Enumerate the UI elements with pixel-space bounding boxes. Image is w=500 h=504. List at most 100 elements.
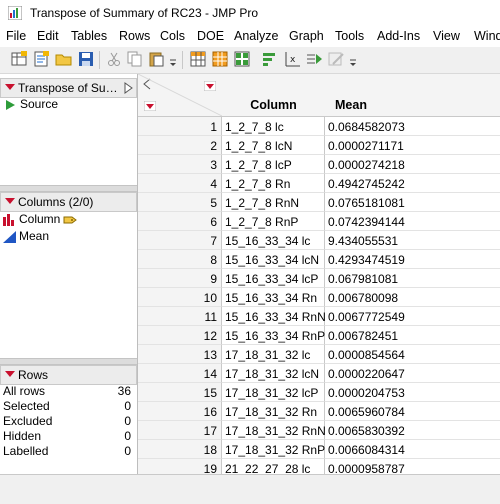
row-number[interactable]: 3 bbox=[138, 155, 222, 174]
cell-column[interactable]: 17_18_31_32 lcP bbox=[222, 383, 325, 402]
cell-mean[interactable]: 0.0000220647 bbox=[325, 364, 500, 383]
fit-y-by-x-icon[interactable]: x bbox=[283, 50, 301, 68]
play-source-icon[interactable] bbox=[5, 100, 15, 110]
cell-column[interactable]: 15_16_33_34 RnP bbox=[222, 326, 325, 345]
red-triangle-menu-icon[interactable] bbox=[5, 371, 15, 377]
menu-rows[interactable]: Rows bbox=[119, 29, 150, 43]
table-row[interactable]: 12 15_16_33_34 RnP 0.006782451 bbox=[138, 326, 500, 345]
cell-mean[interactable]: 0.0000274218 bbox=[325, 155, 500, 174]
save-icon[interactable] bbox=[77, 50, 95, 68]
row-number[interactable]: 6 bbox=[138, 212, 222, 231]
run-script-icon[interactable] bbox=[305, 50, 323, 68]
cell-column[interactable]: 15_16_33_34 lc bbox=[222, 231, 325, 250]
customize-icon[interactable] bbox=[168, 50, 178, 68]
table-row[interactable]: 6 1_2_7_8 RnP 0.0742394144 bbox=[138, 212, 500, 231]
new-data-table-icon[interactable] bbox=[10, 50, 28, 68]
row-number[interactable]: 15 bbox=[138, 383, 222, 402]
menu-add-ins[interactable]: Add-Ins bbox=[377, 29, 420, 43]
row-number[interactable]: 1 bbox=[138, 117, 222, 136]
table-row[interactable]: 7 15_16_33_34 lc 9.434055531 bbox=[138, 231, 500, 250]
layout-icon[interactable] bbox=[233, 50, 251, 68]
menu-file[interactable]: File bbox=[6, 29, 26, 43]
row-number[interactable]: 2 bbox=[138, 136, 222, 155]
table-row[interactable]: 9 15_16_33_34 lcP 0.067981081 bbox=[138, 269, 500, 288]
cell-column[interactable]: 17_18_31_32 lc bbox=[222, 345, 325, 364]
columns-panel-header[interactable]: Columns (2/0) bbox=[0, 192, 137, 212]
row-number[interactable]: 10 bbox=[138, 288, 222, 307]
cell-column[interactable]: 1_2_7_8 Rn bbox=[222, 174, 325, 193]
row-number[interactable]: 7 bbox=[138, 231, 222, 250]
menu-window[interactable]: Wind bbox=[474, 29, 500, 43]
menu-cols[interactable]: Cols bbox=[160, 29, 185, 43]
table-row[interactable]: 11 15_16_33_34 RnN 0.0067772549 bbox=[138, 307, 500, 326]
grid-corner[interactable] bbox=[138, 74, 223, 117]
menu-analyze[interactable]: Analyze bbox=[234, 29, 278, 43]
row-red-triangle-icon[interactable] bbox=[144, 101, 156, 111]
column-header-column[interactable]: Column bbox=[222, 74, 326, 117]
row-number[interactable]: 14 bbox=[138, 364, 222, 383]
new-script-icon[interactable] bbox=[32, 50, 50, 68]
annotate-icon[interactable] bbox=[327, 50, 345, 68]
cell-column[interactable]: 17_18_31_32 lcN bbox=[222, 364, 325, 383]
cell-mean[interactable]: 0.0067772549 bbox=[325, 307, 500, 326]
cell-column[interactable]: 21_22_27_28 lc bbox=[222, 459, 325, 474]
table-row[interactable]: 5 1_2_7_8 RnN 0.0765181081 bbox=[138, 193, 500, 212]
cell-column[interactable]: 1_2_7_8 lcN bbox=[222, 136, 325, 155]
table-row[interactable]: 1 1_2_7_8 lc 0.0684582073 bbox=[138, 117, 500, 136]
cell-mean[interactable]: 0.0742394144 bbox=[325, 212, 500, 231]
cell-column[interactable]: 17_18_31_32 Rn bbox=[222, 402, 325, 421]
row-number[interactable]: 19 bbox=[138, 459, 222, 474]
table-row[interactable]: 4 1_2_7_8 Rn 0.4942745242 bbox=[138, 174, 500, 193]
source-script[interactable]: Source bbox=[20, 97, 58, 111]
table-row[interactable]: 14 17_18_31_32 lcN 0.0000220647 bbox=[138, 364, 500, 383]
cell-mean[interactable]: 0.0065960784 bbox=[325, 402, 500, 421]
cell-mean[interactable]: 0.4942745242 bbox=[325, 174, 500, 193]
cell-column[interactable]: 15_16_33_34 Rn bbox=[222, 288, 325, 307]
open-icon[interactable] bbox=[55, 50, 73, 68]
grid-icon[interactable] bbox=[211, 50, 229, 68]
table-row[interactable]: 16 17_18_31_32 Rn 0.0065960784 bbox=[138, 402, 500, 421]
table-row[interactable]: 3 1_2_7_8 lcP 0.0000274218 bbox=[138, 155, 500, 174]
table-row[interactable]: 17 17_18_31_32 RnN 0.0065830392 bbox=[138, 421, 500, 440]
table-row[interactable]: 18 17_18_31_32 RnP 0.0066084314 bbox=[138, 440, 500, 459]
cell-column[interactable]: 1_2_7_8 lc bbox=[222, 117, 325, 136]
table-row[interactable]: 8 15_16_33_34 lcN 0.4293474519 bbox=[138, 250, 500, 269]
menu-tables[interactable]: Tables bbox=[71, 29, 107, 43]
menu-doe[interactable]: DOE bbox=[197, 29, 224, 43]
table-row[interactable]: 10 15_16_33_34 Rn 0.006780098 bbox=[138, 288, 500, 307]
red-triangle-menu-icon[interactable] bbox=[5, 84, 15, 90]
cell-column[interactable]: 15_16_33_34 lcN bbox=[222, 250, 325, 269]
cell-mean[interactable]: 0.067981081 bbox=[325, 269, 500, 288]
panel-divider[interactable] bbox=[0, 185, 137, 192]
cell-mean[interactable]: 0.0000204753 bbox=[325, 383, 500, 402]
toolbar-overflow-icon[interactable] bbox=[348, 50, 358, 68]
cell-column[interactable]: 15_16_33_34 lcP bbox=[222, 269, 325, 288]
cell-column[interactable]: 1_2_7_8 RnN bbox=[222, 193, 325, 212]
row-number[interactable]: 17 bbox=[138, 421, 222, 440]
cell-mean[interactable]: 0.0066084314 bbox=[325, 440, 500, 459]
menu-view[interactable]: View bbox=[433, 29, 460, 43]
cell-column[interactable]: 17_18_31_32 RnN bbox=[222, 421, 326, 440]
cell-mean[interactable]: 0.0000271171 bbox=[325, 136, 500, 155]
row-number[interactable]: 11 bbox=[138, 307, 222, 326]
cell-mean[interactable]: 0.0684582073 bbox=[325, 117, 500, 136]
row-number[interactable]: 4 bbox=[138, 174, 222, 193]
rows-panel-header[interactable]: Rows bbox=[0, 365, 137, 385]
menu-graph[interactable]: Graph bbox=[289, 29, 324, 43]
table-row[interactable]: 15 17_18_31_32 lcP 0.0000204753 bbox=[138, 383, 500, 402]
row-number[interactable]: 12 bbox=[138, 326, 222, 345]
row-number[interactable]: 18 bbox=[138, 440, 222, 459]
cell-column[interactable]: 1_2_7_8 RnP bbox=[222, 212, 325, 231]
cell-column[interactable]: 1_2_7_8 lcP bbox=[222, 155, 325, 174]
paste-icon[interactable] bbox=[147, 50, 165, 68]
cut-icon[interactable] bbox=[105, 50, 123, 68]
cell-column[interactable]: 15_16_33_34 RnN bbox=[222, 307, 326, 326]
cell-mean[interactable]: 0.0000958787 bbox=[325, 459, 500, 474]
cell-mean[interactable]: 0.0765181081 bbox=[325, 193, 500, 212]
table-panel-header[interactable]: Transpose of Su… bbox=[0, 78, 137, 98]
panel-divider[interactable] bbox=[0, 358, 137, 365]
table-row[interactable]: 19 21_22_27_28 lc 0.0000958787 bbox=[138, 459, 500, 474]
cell-mean[interactable]: 0.006780098 bbox=[325, 288, 500, 307]
cell-mean[interactable]: 0.0000854564 bbox=[325, 345, 500, 364]
red-triangle-menu-icon[interactable] bbox=[5, 198, 15, 204]
